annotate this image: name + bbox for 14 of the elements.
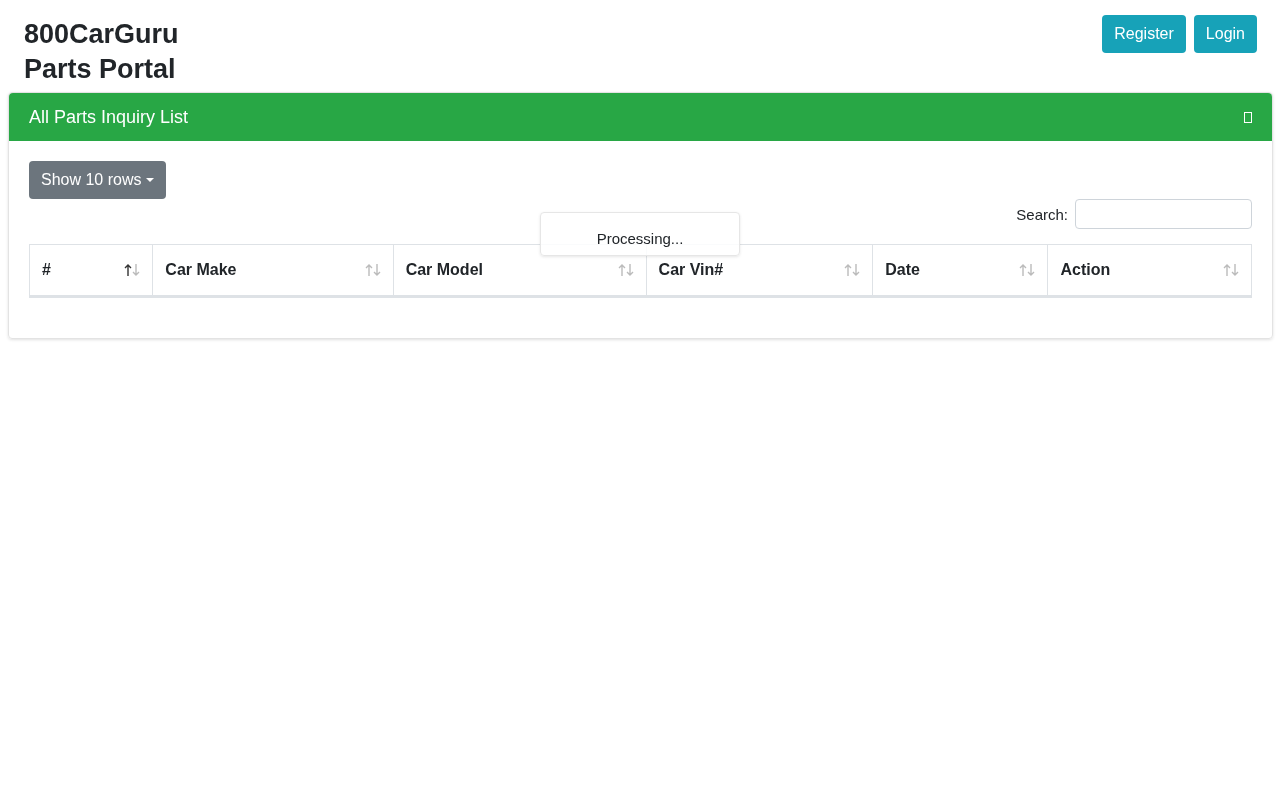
caret-icon <box>145 177 154 183</box>
processing-text: Processing... <box>596 230 684 249</box>
column-header[interactable]: Car Vin# <box>658 261 724 279</box>
show-rows-button[interactable]: Show 10 rows <box>29 161 166 199</box>
column-header[interactable]: Car Model <box>405 261 483 279</box>
column-header[interactable]: Car Make <box>165 261 237 279</box>
column-header[interactable]: # <box>42 261 51 279</box>
search-field[interactable] <box>1075 199 1252 229</box>
column-header[interactable]: Action <box>1060 261 1111 279</box>
panel-title: All Parts Inquiry List <box>29 106 189 128</box>
search-label: Search: <box>1016 205 1068 223</box>
site-title: 800CarGuru Parts Portal <box>24 18 179 86</box>
square-icon[interactable] <box>1244 111 1252 123</box>
column-header[interactable]: Date <box>885 261 920 279</box>
